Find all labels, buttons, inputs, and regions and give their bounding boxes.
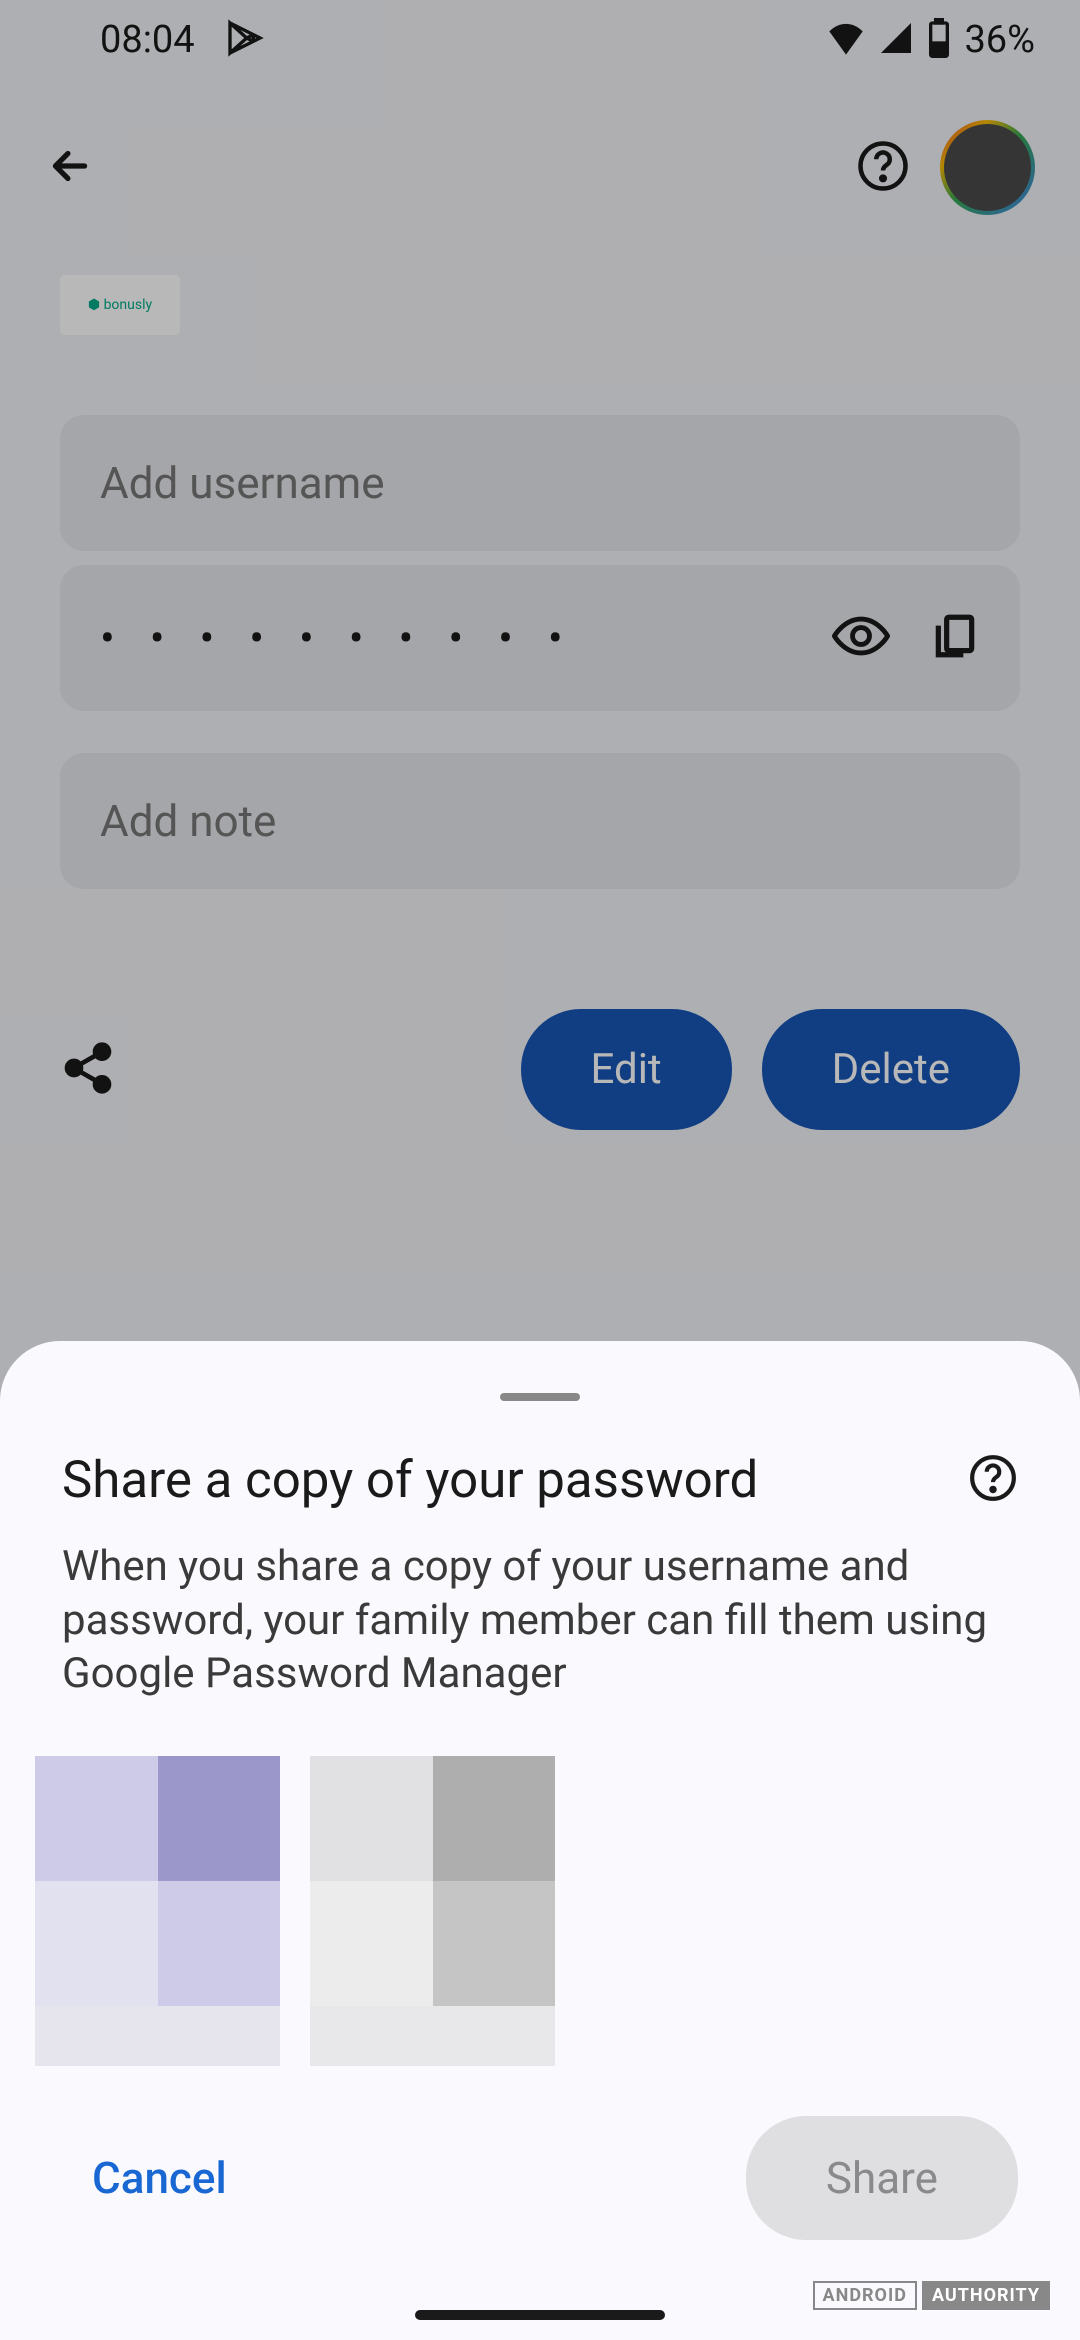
- sheet-title: Share a copy of your password: [62, 1451, 758, 1510]
- cancel-button[interactable]: Cancel: [62, 2122, 257, 2234]
- watermark: ANDROID AUTHORITY: [813, 2281, 1050, 2310]
- sheet-description: When you share a copy of your username a…: [0, 1540, 1080, 1701]
- share-button[interactable]: Share: [746, 2116, 1018, 2240]
- share-bottom-sheet: Share a copy of your password When you s…: [0, 1341, 1080, 2340]
- gesture-nav-bar[interactable]: [415, 2310, 665, 2320]
- watermark-part2: AUTHORITY: [922, 2281, 1050, 2310]
- contact-card[interactable]: [35, 1756, 280, 2066]
- contact-card[interactable]: [310, 1756, 555, 2066]
- sheet-header: Share a copy of your password: [0, 1451, 1080, 1510]
- drag-handle[interactable]: [500, 1393, 580, 1401]
- help-icon[interactable]: [968, 1453, 1018, 1507]
- watermark-part1: ANDROID: [813, 2281, 917, 2310]
- contact-list: [0, 1756, 1080, 2066]
- sheet-actions: Cancel Share: [0, 2116, 1080, 2240]
